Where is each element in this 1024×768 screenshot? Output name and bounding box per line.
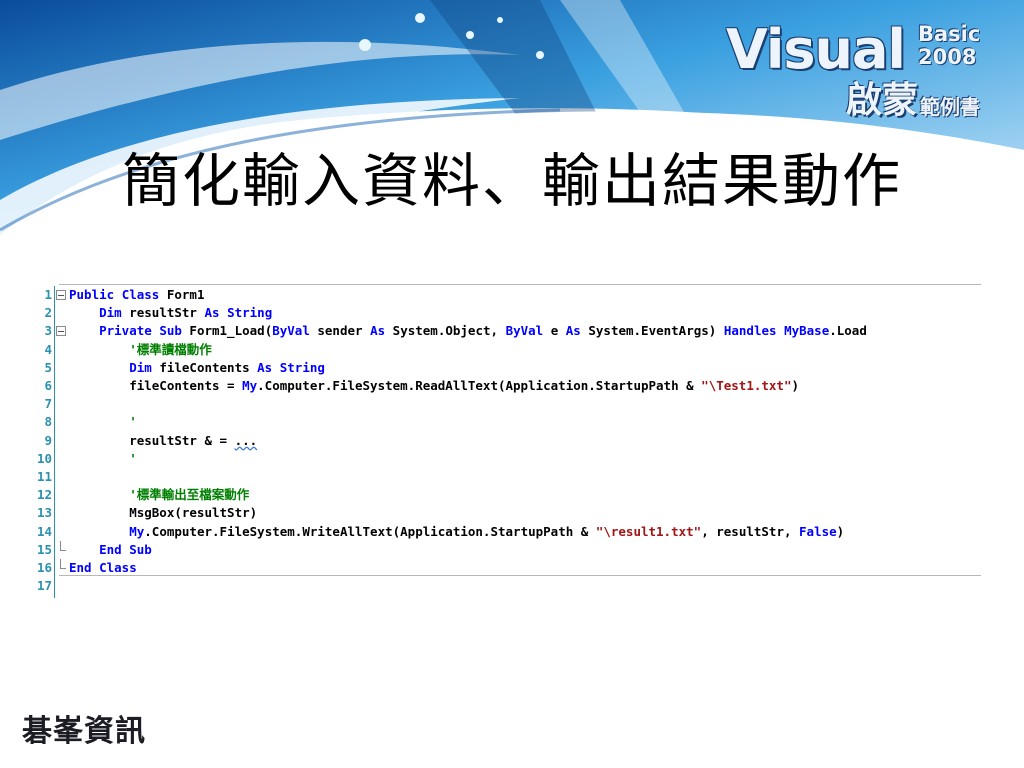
line-number: 3 (44, 323, 52, 339)
code-text: '標準讀檔動作 (129, 341, 212, 357)
code-line[interactable]: 9 resultStr & = ... (37, 432, 982, 450)
code-line[interactable]: 15 End Sub (37, 540, 982, 559)
collapse-toggle-icon[interactable] (56, 290, 66, 300)
code-text: My.Computer.FileSystem.WriteAllText(Appl… (129, 523, 845, 539)
editor-top-border (59, 284, 981, 285)
code-line[interactable]: 16 End Class (37, 559, 982, 577)
line-number: 15 (37, 541, 53, 557)
line-number: 11 (37, 469, 53, 484)
line-number: 2 (44, 305, 52, 321)
code-line[interactable]: 4 '標準讀檔動作 (37, 341, 982, 359)
line-number: 10 (37, 450, 53, 466)
logo-visual-text: Visual (726, 18, 906, 81)
code-text: ' (129, 414, 137, 430)
line-number: 6 (44, 378, 52, 393)
line-number: 9 (44, 432, 52, 448)
line-number: 7 (44, 396, 52, 412)
code-text: fileContents = My.Computer.FileSystem.Re… (69, 378, 800, 393)
visual-basic-2008-logo: Visual Basic 2008 啟蒙 範例書 (726, 18, 1006, 128)
code-line[interactable]: 3 Private Sub Form1_Load(ByVal sender As… (37, 322, 982, 340)
code-line[interactable]: 6 fileContents = My.Computer.FileSystem.… (37, 377, 982, 395)
line-number: 16 (37, 560, 53, 575)
publisher-logo: 碁峯資訊 (22, 714, 146, 749)
code-line[interactable]: 5 Dim fileContents As String (37, 359, 982, 377)
code-line[interactable]: 1 Public Class Form1 (37, 286, 982, 304)
line-number: 5 (44, 359, 52, 375)
code-text: Dim resultStr As String (99, 305, 273, 321)
code-line[interactable]: 12 '標準輸出至檔案動作 (37, 486, 982, 504)
logo-basic-text: Basic (918, 22, 981, 46)
fold-end-marker-icon (60, 559, 66, 569)
line-number: 1 (44, 287, 52, 302)
code-line[interactable]: 14 My.Computer.FileSystem.WriteAllText(A… (37, 523, 982, 541)
line-number: 17 (37, 578, 53, 594)
code-line[interactable]: 8 ' (37, 413, 982, 431)
code-text: Dim fileContents As String (129, 359, 325, 375)
code-line[interactable]: 11 (37, 468, 982, 486)
logo-year-text: 2008 (918, 45, 977, 69)
slide-title: 簡化輸入資料、輸出結果動作 (121, 147, 902, 215)
code-text: End Class (69, 560, 137, 575)
fold-end-marker-icon (60, 540, 66, 551)
line-number: 14 (37, 523, 53, 539)
code-text: Public Class Form1 (69, 287, 205, 302)
logo-subtitle-small: 範例書 (920, 95, 980, 119)
code-line[interactable]: 2 Dim resultStr As String (37, 304, 982, 322)
code-text: resultStr & = ... (69, 432, 258, 448)
line-number: 13 (37, 505, 53, 521)
logo-subtitle-big: 啟蒙 (846, 79, 919, 121)
line-number: 12 (37, 487, 53, 503)
code-line[interactable]: 10 ' (37, 450, 982, 468)
code-line[interactable]: 7 (37, 395, 982, 413)
code-text: '標準輸出至檔案動作 (129, 487, 250, 503)
code-text: ' (129, 450, 137, 466)
code-text: MsgBox(resultStr) (69, 505, 258, 521)
line-number: 8 (44, 414, 52, 430)
code-editor[interactable]: 1 Public Class Form1 2 Dim resultStr As St… (37, 282, 982, 598)
code-text: End Sub (99, 541, 152, 557)
collapse-toggle-icon[interactable] (56, 326, 66, 337)
code-text: Private Sub Form1_Load(ByVal sender As S… (99, 323, 867, 339)
code-line[interactable]: 17 (37, 577, 982, 595)
code-line[interactable]: 13 MsgBox(resultStr) (37, 504, 982, 522)
line-number: 4 (44, 341, 52, 357)
